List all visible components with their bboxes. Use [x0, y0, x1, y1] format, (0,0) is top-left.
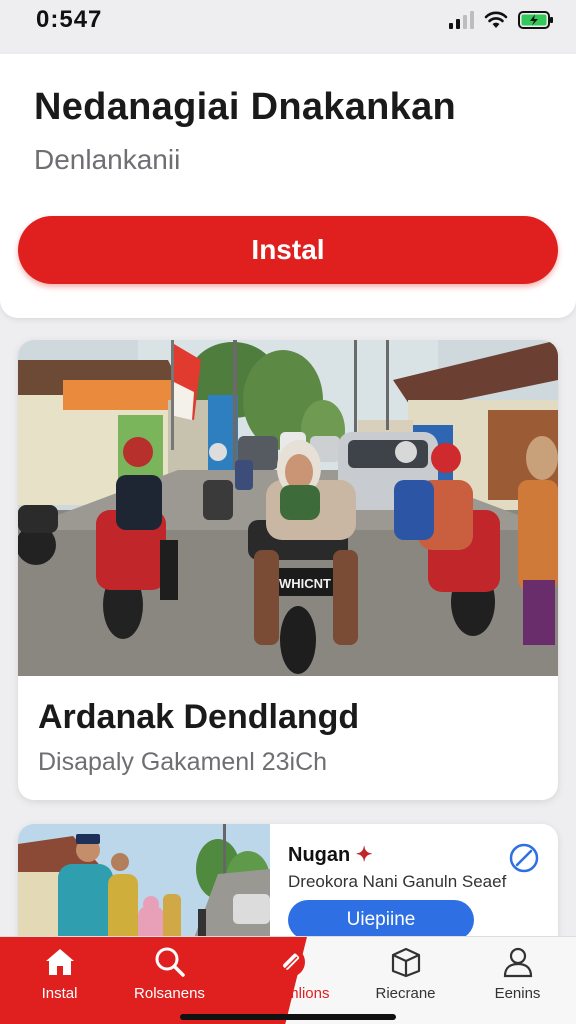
feature-subtitle: Disapaly Gakamenl 23iCh: [38, 748, 328, 776]
tab-label: Eenins: [494, 985, 541, 1002]
feature-title: Ardanak Dendlangd: [38, 698, 360, 736]
status-icons: [449, 10, 554, 30]
search-icon: [155, 947, 185, 977]
promo-description: Dreokora Nani Ganuln Seaef: [288, 872, 507, 891]
tab-label: Riecrane: [375, 985, 436, 1002]
tab-label: Rolsanens: [134, 985, 205, 1002]
tab-label: Carmmlions: [249, 985, 330, 1002]
promo-title: Nugan ✦: [288, 844, 373, 866]
home-icon: [45, 949, 74, 975]
status-bar: 0:547: [0, 0, 576, 48]
tab-label: Instal: [41, 985, 78, 1002]
status-time: 0:547: [36, 6, 103, 33]
tab-instal[interactable]: Instal: [2, 937, 117, 1024]
tab-bar: Instal Rolsanens Carmmlions Riecrane Een…: [0, 936, 576, 1024]
street-photo: WHICNT: [18, 340, 558, 676]
promo-photo: [18, 824, 270, 954]
home-indicator: [180, 1014, 396, 1020]
person-icon: [503, 947, 532, 978]
tab-rolsanens[interactable]: Rolsanens: [112, 937, 227, 1024]
emoji-icon: ✦: [355, 844, 373, 866]
wifi-icon: [484, 11, 508, 28]
tab-carmmlions[interactable]: Carmmlions: [232, 937, 347, 1024]
blocked-icon[interactable]: [508, 842, 540, 874]
tab-eenins[interactable]: Eenins: [460, 937, 575, 1024]
promo-action-button[interactable]: Uiepiine: [288, 900, 474, 940]
install-button[interactable]: Instal: [18, 216, 558, 284]
feature-card[interactable]: WHICNT Ardanak Dendlangd Disapaly Gakame…: [18, 340, 558, 800]
app-title: Nedanagiai Dnakankan: [34, 86, 457, 128]
license-plate: WHICNT: [279, 576, 331, 591]
box-icon: [391, 947, 420, 978]
app-subtitle: Denlankanii: [34, 144, 181, 175]
battery-icon: [518, 11, 553, 29]
signal-icon: [449, 11, 474, 29]
promo-card[interactable]: Nugan ✦ Dreokora Nani Ganuln Seaef Uiepi…: [18, 824, 558, 954]
tab-riecrane[interactable]: Riecrane: [348, 937, 463, 1024]
tag-icon: [274, 947, 305, 977]
